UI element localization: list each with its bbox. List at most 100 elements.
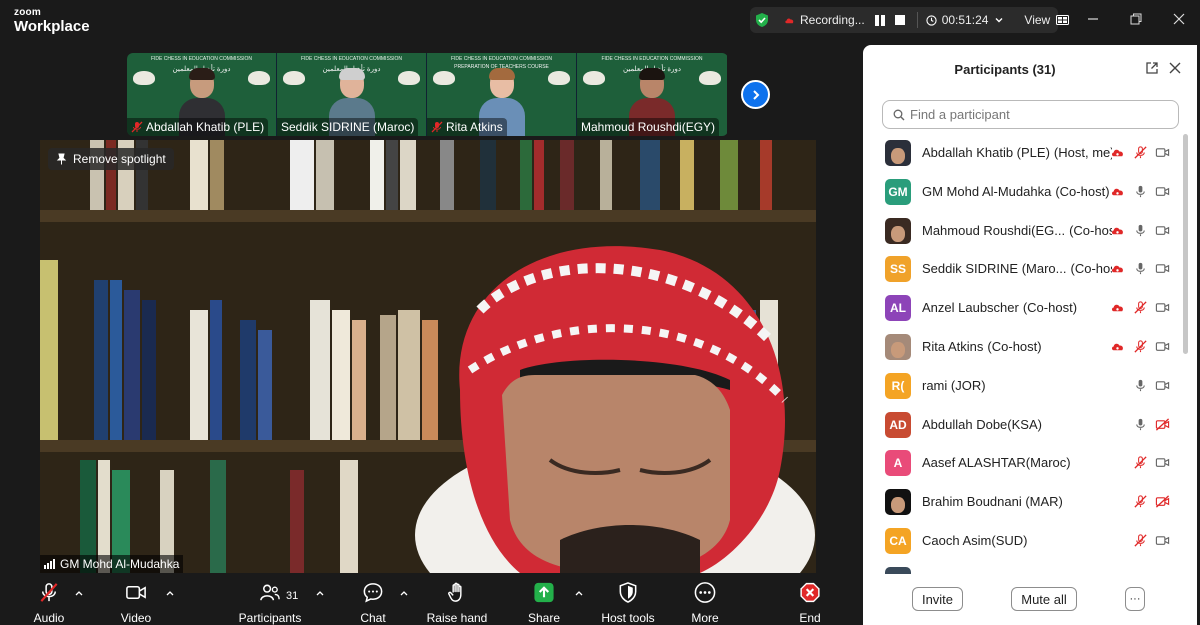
end-meeting-icon: [800, 582, 820, 603]
participant-name-cell: Abdallah Khatib (PLE) (Host, me): [922, 145, 1112, 160]
chat-options-chevron-icon[interactable]: [400, 590, 408, 596]
chevron-right-icon: [752, 89, 759, 100]
participant-thumbnail[interactable]: FIDE CHESS IN EDUCATION COMMISSION دورة …: [577, 53, 727, 136]
thumbnail-header: FIDE CHESS IN EDUCATION COMMISSION: [150, 56, 253, 62]
restore-icon[interactable]: [1129, 12, 1143, 26]
muted-mic-icon: [40, 583, 58, 602]
search-input[interactable]: [910, 107, 1160, 122]
thumbnail-header: FIDE CHESS IN EDUCATION COMMISSION: [601, 56, 703, 62]
camera-icon[interactable]: [1155, 184, 1170, 199]
participant-row[interactable]: SS Seddik SIDRINE (Maro...(Co-host): [863, 250, 1185, 288]
participant-list-scrollbar[interactable]: [1183, 134, 1188, 354]
camera-off-icon[interactable]: [1155, 417, 1170, 432]
participant-name: Abdallah Khatib (PLE): [922, 145, 1050, 160]
brand-workplace: Workplace: [14, 18, 90, 35]
encryption-shield-icon[interactable]: [754, 12, 770, 28]
close-icon[interactable]: [1172, 12, 1186, 26]
participant-name-cell: Aasef ALASHTAR(Maroc): [922, 455, 1112, 470]
participant-row[interactable]: Mahmoud Roushdi(EG...(Co-host): [863, 212, 1185, 250]
participant-row[interactable]: R(rami (JOR): [863, 367, 1185, 405]
camera-icon[interactable]: [1155, 455, 1170, 470]
chevron-down-icon[interactable]: [994, 15, 1004, 25]
fide-logo-icon: [433, 71, 455, 85]
participant-thumbnail[interactable]: FIDE CHESS IN EDUCATION COMMISSION دورة …: [127, 53, 277, 136]
camera-icon[interactable]: [1155, 533, 1170, 548]
raise-hand-button[interactable]: Raise hand: [427, 581, 487, 625]
pause-recording-icon[interactable]: [874, 14, 885, 26]
minimize-icon[interactable]: [1086, 12, 1100, 26]
mute-all-button[interactable]: Mute all: [1011, 587, 1077, 611]
avatar: [885, 217, 911, 244]
video-label: Video: [120, 611, 152, 625]
participant-row[interactable]: Brahim Boudnani (MAR): [863, 483, 1185, 521]
muted-mic-icon[interactable]: [1133, 494, 1148, 509]
participants-label: Participants: [238, 611, 302, 625]
remove-spotlight-button[interactable]: Remove spotlight: [48, 148, 174, 170]
next-page-button[interactable]: [741, 80, 770, 109]
view-button[interactable]: View: [1024, 13, 1050, 27]
avatar: [885, 334, 911, 360]
camera-icon[interactable]: [1155, 300, 1170, 315]
participant-row[interactable]: [863, 561, 1185, 574]
muted-mic-icon[interactable]: [1133, 455, 1148, 470]
participant-row[interactable]: Rita Atkins (Co-host): [863, 328, 1185, 366]
mic-icon[interactable]: [1133, 378, 1148, 393]
camera-icon[interactable]: [1155, 223, 1170, 238]
avatar: GM: [885, 178, 911, 205]
camera-icon[interactable]: [1155, 378, 1170, 393]
mic-icon[interactable]: [1133, 184, 1148, 199]
invite-button[interactable]: Invite: [912, 587, 963, 611]
camera-icon[interactable]: [1155, 261, 1170, 276]
end-meeting-button[interactable]: End: [796, 581, 824, 625]
more-options-button[interactable]: ···: [1125, 587, 1145, 611]
camera-icon[interactable]: [1155, 145, 1170, 160]
muted-mic-icon[interactable]: [1133, 145, 1148, 160]
participant-row[interactable]: CA Caoch Asim(SUD): [863, 522, 1185, 560]
muted-mic-icon[interactable]: [1133, 533, 1148, 548]
participant-role: (Co-host): [1069, 222, 1112, 238]
speaker-name: GM Mohd Al-Mudahka: [60, 557, 180, 571]
participant-row[interactable]: A Aasef ALASHTAR(Maroc): [863, 444, 1185, 482]
participant-thumbnail[interactable]: FIDE CHESS IN EDUCATION COMMISSION دورة …: [277, 53, 427, 136]
grid-view-icon[interactable]: [1056, 15, 1070, 25]
participant-row[interactable]: AL Anzel Laubscher (Co-host): [863, 289, 1185, 327]
participant-thumbnail[interactable]: FIDE CHESS IN EDUCATION COMMISSION PREPA…: [427, 53, 577, 136]
muted-mic-icon[interactable]: [1133, 339, 1148, 354]
camera-off-icon[interactable]: [1155, 494, 1170, 509]
share-options-chevron-icon[interactable]: [575, 590, 583, 596]
mic-icon[interactable]: [1133, 223, 1148, 238]
participants-options-chevron-icon[interactable]: [316, 590, 324, 596]
fide-logo-icon: [133, 71, 155, 85]
camera-icon: [126, 585, 146, 600]
participant-row[interactable]: AD Abdullah Dobe(KSA): [863, 406, 1185, 444]
mic-icon[interactable]: [1133, 261, 1148, 276]
host-tools-button[interactable]: Host tools: [599, 581, 657, 625]
avatar: [885, 489, 911, 516]
recording-icon: [1111, 227, 1123, 234]
participant-role: (Host, me): [1053, 145, 1112, 160]
participant-row[interactable]: Abdallah Khatib (PLE) (Host, me): [863, 134, 1185, 172]
participants-icon: [260, 584, 280, 601]
avatar: SS: [885, 256, 911, 283]
participant-role: (Co-host): [1070, 261, 1113, 277]
avatar: AD: [885, 411, 911, 438]
video-button[interactable]: Video: [118, 581, 154, 625]
popout-icon[interactable]: [1145, 61, 1159, 75]
participant-row[interactable]: GM GM Mohd Al-Mudahka (Co-host): [863, 173, 1185, 211]
close-panel-icon[interactable]: [1169, 62, 1181, 74]
camera-icon[interactable]: [1155, 339, 1170, 354]
audio-button[interactable]: Audio: [31, 581, 67, 625]
mic-icon[interactable]: [1133, 417, 1148, 432]
stop-recording-icon[interactable]: [894, 15, 905, 25]
search-box[interactable]: [882, 100, 1179, 129]
chat-button[interactable]: Chat: [358, 581, 388, 625]
share-button[interactable]: Share: [528, 581, 560, 625]
video-options-chevron-icon[interactable]: [166, 590, 174, 596]
participants-button[interactable]: Participants: [238, 581, 302, 625]
more-button[interactable]: More: [688, 581, 722, 625]
participant-name-cell: Seddik SIDRINE (Maro...(Co-host): [922, 261, 1112, 276]
participant-role: (Co-host): [987, 339, 1042, 354]
muted-mic-icon[interactable]: [1133, 300, 1148, 315]
raise-hand-label: Raise hand: [426, 611, 488, 625]
audio-options-chevron-icon[interactable]: [75, 590, 83, 596]
